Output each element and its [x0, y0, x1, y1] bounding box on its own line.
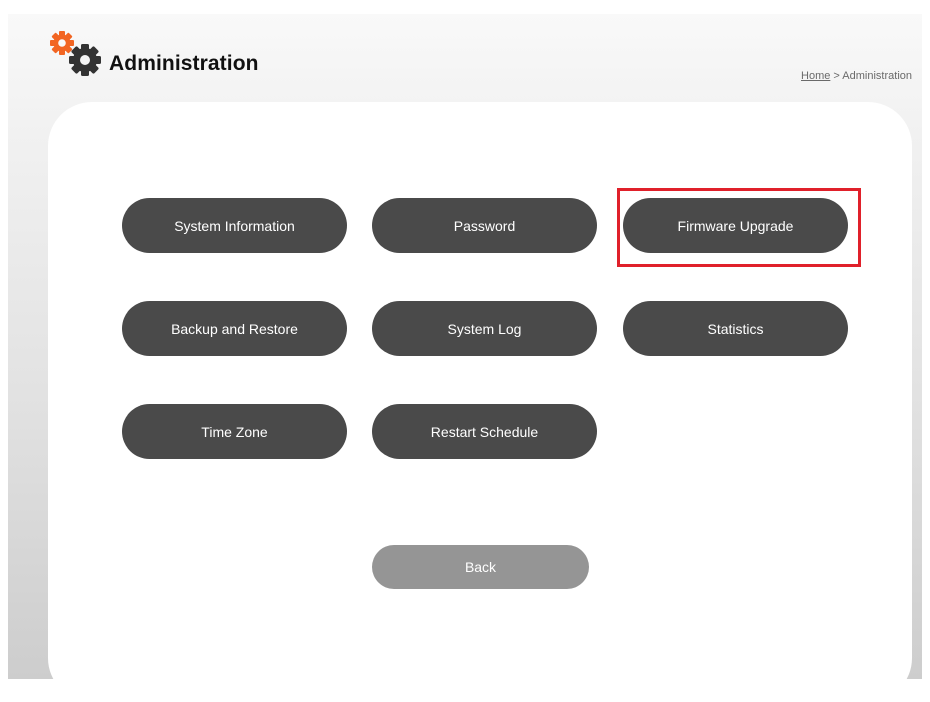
- breadcrumb-current: Administration: [842, 70, 912, 82]
- page-header: Administration Home > Administration: [8, 14, 922, 104]
- back-button[interactable]: Back: [372, 545, 589, 589]
- password-button[interactable]: Password: [372, 198, 597, 253]
- statistics-button[interactable]: Statistics: [623, 301, 848, 356]
- breadcrumb-separator: >: [830, 70, 843, 82]
- system-log-button[interactable]: System Log: [372, 301, 597, 356]
- breadcrumb: Home > Administration: [801, 70, 912, 82]
- firmware-upgrade-button[interactable]: Firmware Upgrade: [623, 198, 848, 253]
- system-information-button[interactable]: System Information: [122, 198, 347, 253]
- page-title: Administration: [109, 52, 259, 75]
- restart-schedule-button[interactable]: Restart Schedule: [372, 404, 597, 459]
- breadcrumb-home-link[interactable]: Home: [801, 70, 830, 82]
- time-zone-button[interactable]: Time Zone: [122, 404, 347, 459]
- admin-menu-card: System Information Password Firmware Upg…: [48, 102, 912, 702]
- gears-icon: [50, 31, 101, 76]
- page-background: Administration Home > Administration Sys…: [8, 14, 922, 702]
- backup-and-restore-button[interactable]: Backup and Restore: [122, 301, 347, 356]
